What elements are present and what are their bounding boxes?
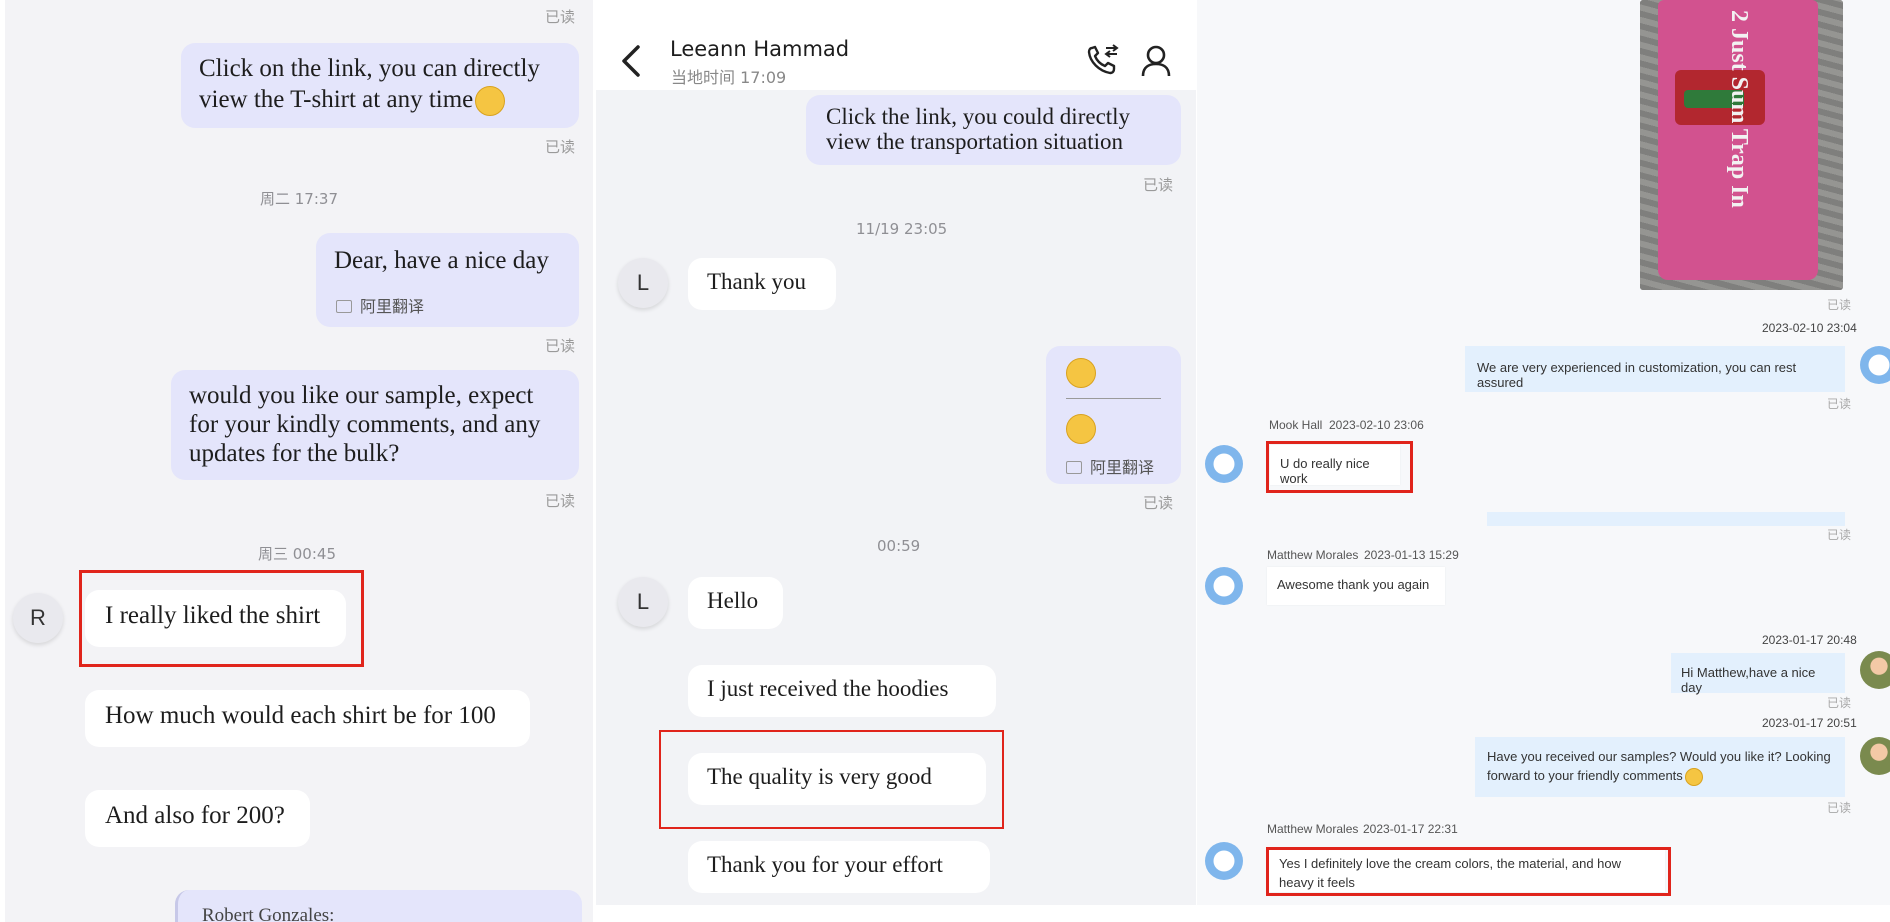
highlight-box (1266, 847, 1671, 896)
message-text: Dear, have a nice day (334, 247, 549, 274)
read-status: 已读 (545, 138, 576, 156)
outgoing-message: Click the link, you could directly view … (806, 95, 1181, 165)
outgoing-message: Have you received our samples? Would you… (1475, 737, 1845, 797)
read-status: 已读 (1827, 397, 1852, 411)
timestamp: 周二 17:37 (260, 190, 338, 208)
timestamp: 2023-01-17 20:51 (1762, 716, 1857, 730)
timestamp: 周三 00:45 (258, 545, 336, 563)
outgoing-message: would you like our sample, expect for yo… (171, 370, 579, 480)
translate-label[interactable]: 阿里翻译 (336, 293, 424, 317)
sender-time: 2023-02-10 23:06 (1329, 418, 1424, 432)
read-status: 已读 (1827, 801, 1852, 815)
sender-name: Matthew Morales (1267, 822, 1359, 836)
sender-time: 2023-01-13 15:29 (1364, 548, 1459, 562)
contact-avatar[interactable] (1205, 842, 1243, 880)
outgoing-message: We are very experienced in customization… (1465, 346, 1845, 392)
timestamp: 2023-01-17 20:48 (1762, 633, 1857, 647)
chat-panel-right: 2 Just Sum Trap In 已读 2023-02-10 23:04 W… (1197, 0, 1890, 905)
incoming-message: Awesome thank you again (1267, 567, 1445, 605)
quoted-message: Robert Gonzales: (175, 890, 582, 922)
emoji-icon (1066, 414, 1096, 444)
sender-name: Mook Hall (1269, 418, 1323, 432)
incoming-message: Hello (688, 577, 783, 629)
local-time: 当地时间 17:09 (671, 68, 787, 87)
incoming-message: I just received the hoodies (688, 665, 996, 717)
sender-name: Matthew Morales (1267, 548, 1359, 562)
outgoing-message: Dear, have a nice day 阿里翻译 (316, 233, 579, 327)
quote-author: Robert Gonzales: (202, 905, 335, 922)
shirt-print-text: 2 Just Sum Trap In (1726, 10, 1752, 208)
incoming-message: Thank you for your effort (688, 841, 990, 893)
read-status: 已读 (1827, 298, 1852, 312)
translate-label[interactable]: 阿里翻译 (1066, 454, 1154, 478)
contact-name: Leeann Hammad (670, 37, 850, 61)
contact-avatar[interactable]: R (13, 593, 63, 643)
tshirt-photo[interactable]: 2 Just Sum Trap In (1640, 0, 1843, 290)
contact-avatar[interactable] (1205, 567, 1243, 605)
contact-avatar[interactable]: L (618, 258, 668, 308)
back-arrow-icon[interactable] (620, 44, 642, 78)
phone-icon[interactable] (1086, 44, 1120, 76)
contact-avatar[interactable]: L (618, 577, 668, 627)
incoming-message: How much would each shirt be for 100 (85, 690, 530, 747)
timestamp: 11/19 23:05 (856, 220, 948, 238)
user-avatar[interactable] (1860, 651, 1890, 689)
thinking-emoji-icon (475, 86, 506, 117)
chat-panel-middle: Leeann Hammad 当地时间 17:09 Click the link,… (596, 0, 1196, 905)
translate-icon (336, 300, 352, 313)
outgoing-message: Hi Matthew,have a nice day (1671, 653, 1845, 695)
read-status: 已读 (1143, 494, 1174, 512)
chat-header: Leeann Hammad 当地时间 17:09 (596, 0, 1196, 90)
message-text: Have you received our samples? Would you… (1487, 749, 1831, 783)
read-status: 已读 (1827, 696, 1852, 710)
divider (1066, 398, 1161, 399)
profile-icon[interactable] (1140, 44, 1172, 78)
sender-time: 2023-01-17 22:31 (1363, 822, 1458, 836)
timestamp: 00:59 (877, 537, 921, 555)
timestamp: 2023-02-10 23:04 (1762, 321, 1857, 335)
outgoing-message: Click on the link, you can directly view… (181, 43, 579, 128)
highlight-box (79, 570, 364, 667)
read-status: 已读 (1143, 176, 1174, 194)
translate-icon (1066, 461, 1082, 474)
read-status: 已读 (545, 337, 576, 355)
incoming-message: And also for 200? (85, 790, 310, 847)
read-status: 已读 (545, 8, 576, 26)
highlight-box (659, 730, 1004, 829)
incoming-message: Thank you (688, 258, 836, 310)
read-status: 已读 (1827, 528, 1852, 542)
highlight-box (1266, 441, 1413, 493)
outgoing-message-partial (1487, 512, 1845, 526)
contact-avatar[interactable] (1205, 445, 1243, 483)
user-avatar[interactable] (1860, 346, 1890, 384)
chat-panel-left: 已读 Click on the link, you can directly v… (5, 0, 593, 922)
outgoing-message: 阿里翻译 (1046, 346, 1181, 484)
user-avatar[interactable] (1860, 737, 1890, 775)
emoji-icon (1684, 767, 1703, 786)
emoji-icon (1066, 358, 1096, 388)
read-status: 已读 (545, 492, 576, 510)
